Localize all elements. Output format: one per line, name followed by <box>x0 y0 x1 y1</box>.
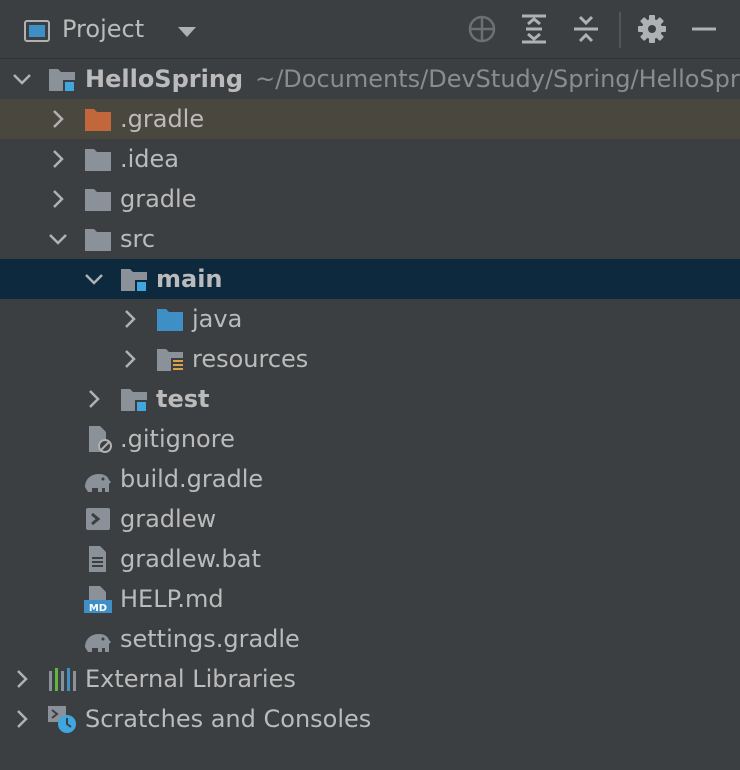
root-name: HelloSpring <box>85 65 244 93</box>
folder-icon <box>85 229 111 251</box>
module-folder-icon <box>121 269 147 292</box>
chevron-right-icon[interactable] <box>10 707 34 731</box>
tree-row-build-gradle[interactable]: build.gradle <box>0 459 740 499</box>
tree-row-main[interactable]: main <box>0 259 740 299</box>
tree-item-label: src <box>120 225 156 253</box>
chevron-down-icon[interactable] <box>82 267 106 291</box>
ignore-file-icon <box>89 426 112 453</box>
shell-script-icon <box>86 508 110 530</box>
tree-item-label: .gradle <box>120 105 205 133</box>
tree-item-label: resources <box>192 345 309 373</box>
root-path: ~/Documents/DevStudy/Spring/HelloSpr <box>255 65 740 93</box>
tree-item-label: test <box>156 385 210 413</box>
tree-row-idea[interactable]: .idea <box>0 139 740 179</box>
chevron-down-icon[interactable] <box>178 27 196 37</box>
project-tree: HelloSpring ~/Documents/DevStudy/Spring/H… <box>0 59 740 739</box>
chevron-down-icon[interactable] <box>46 227 70 251</box>
tool-window-header: Project <box>0 0 740 59</box>
tree-row-scratches-and-consoles[interactable]: Scratches and Consoles <box>0 699 740 739</box>
tree-row-help-md[interactable]: MD HELP.md <box>0 579 740 619</box>
tree-item-label: Scratches and Consoles <box>85 705 372 733</box>
tree-row-resources[interactable]: resources <box>0 339 740 379</box>
collapse-all-icon[interactable] <box>569 12 603 46</box>
toolbar-separator <box>619 12 621 48</box>
tree-item-label: .idea <box>120 145 180 173</box>
chevron-right-icon[interactable] <box>46 107 70 131</box>
tree-item-label: gradle <box>120 185 197 213</box>
tree-item-label: java <box>192 305 243 333</box>
chevron-down-icon[interactable] <box>10 67 34 91</box>
locate-icon[interactable] <box>465 12 499 46</box>
tree-row-gradlew[interactable]: gradlew <box>0 499 740 539</box>
excluded-folder-icon <box>85 109 111 131</box>
expand-all-icon[interactable] <box>517 12 551 46</box>
tree-row-settings-gradle[interactable]: settings.gradle <box>0 619 740 659</box>
tree-item-label: gradlew <box>120 505 217 533</box>
chevron-right-icon[interactable] <box>118 347 142 371</box>
tree-row-external-libraries[interactable]: External Libraries <box>0 659 740 699</box>
text-file-icon <box>89 546 106 572</box>
project-view-icon <box>24 20 50 42</box>
tree-item-label: build.gradle <box>120 465 264 493</box>
gradle-elephant-icon <box>85 474 111 492</box>
tree-row-java[interactable]: java <box>0 299 740 339</box>
tree-item-label: gradlew.bat <box>120 545 261 573</box>
tree-item-label: main <box>156 265 223 293</box>
tree-item-label: External Libraries <box>85 665 296 693</box>
source-folder-icon <box>157 309 183 331</box>
gradle-elephant-icon <box>85 634 111 652</box>
chevron-right-icon[interactable] <box>10 667 34 691</box>
tree-row-dot-gradle[interactable]: .gradle <box>0 99 740 139</box>
chevron-right-icon[interactable] <box>46 147 70 171</box>
tree-row-hellospring[interactable]: HelloSpring ~/Documents/DevStudy/Spring/H… <box>0 59 740 99</box>
tree-item-label: settings.gradle <box>120 625 300 653</box>
tree-item-label: .gitignore <box>120 425 235 453</box>
scratches-icon <box>48 706 76 733</box>
markdown-file-icon: MD <box>84 586 112 613</box>
tree-row-gitignore[interactable]: .gitignore <box>0 419 740 459</box>
tree-row-src[interactable]: src <box>0 219 740 259</box>
tree-item-label: HELP.md <box>120 585 224 613</box>
module-folder-icon <box>121 389 147 412</box>
svg-text:MD: MD <box>89 603 107 613</box>
tree-row-gradle[interactable]: gradle <box>0 179 740 219</box>
chevron-right-icon[interactable] <box>46 187 70 211</box>
view-title[interactable]: Project <box>62 15 144 43</box>
tree-row-test[interactable]: test <box>0 379 740 419</box>
folder-icon <box>85 149 111 171</box>
chevron-right-icon[interactable] <box>118 307 142 331</box>
chevron-right-icon[interactable] <box>82 387 106 411</box>
tree-row-gradlew-bat[interactable]: gradlew.bat <box>0 539 740 579</box>
folder-icon <box>85 189 111 211</box>
resources-folder-icon <box>157 349 184 373</box>
libraries-icon <box>49 668 76 691</box>
gear-icon[interactable] <box>635 12 669 46</box>
module-folder-icon <box>49 69 75 92</box>
hide-icon[interactable] <box>687 12 721 46</box>
